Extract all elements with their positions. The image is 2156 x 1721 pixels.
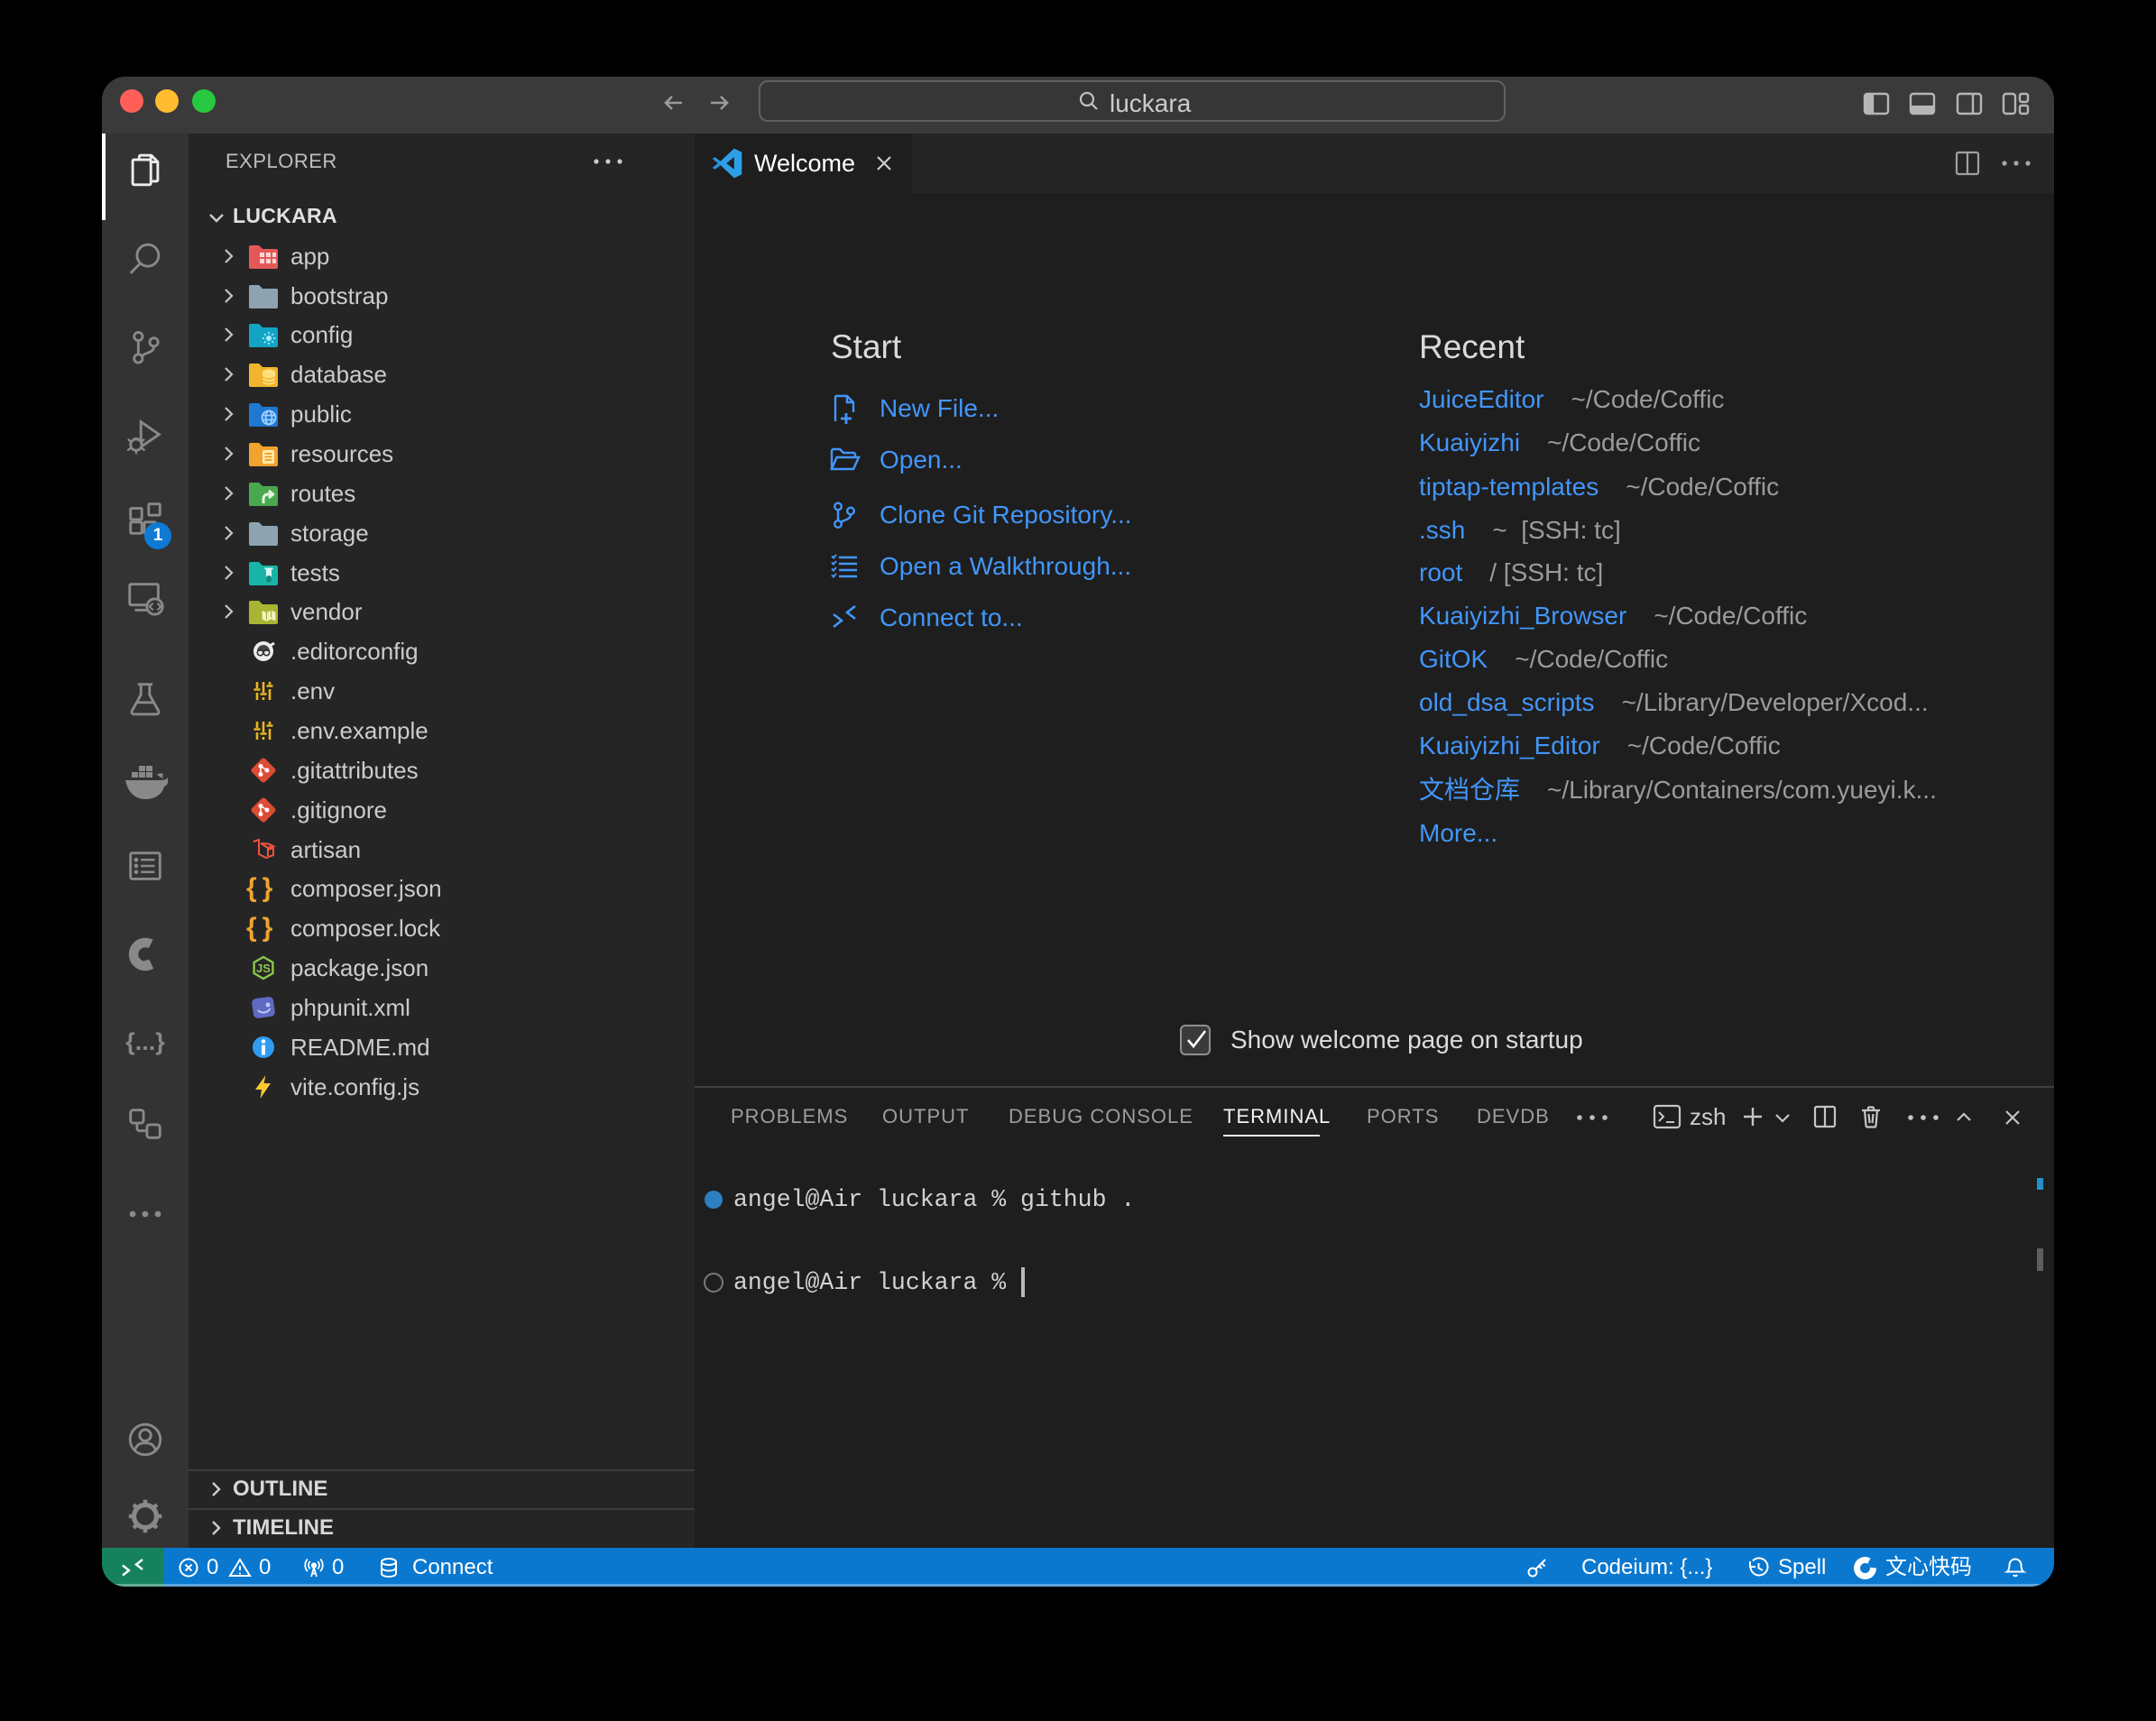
svg-text:JS: JS	[256, 962, 271, 975]
